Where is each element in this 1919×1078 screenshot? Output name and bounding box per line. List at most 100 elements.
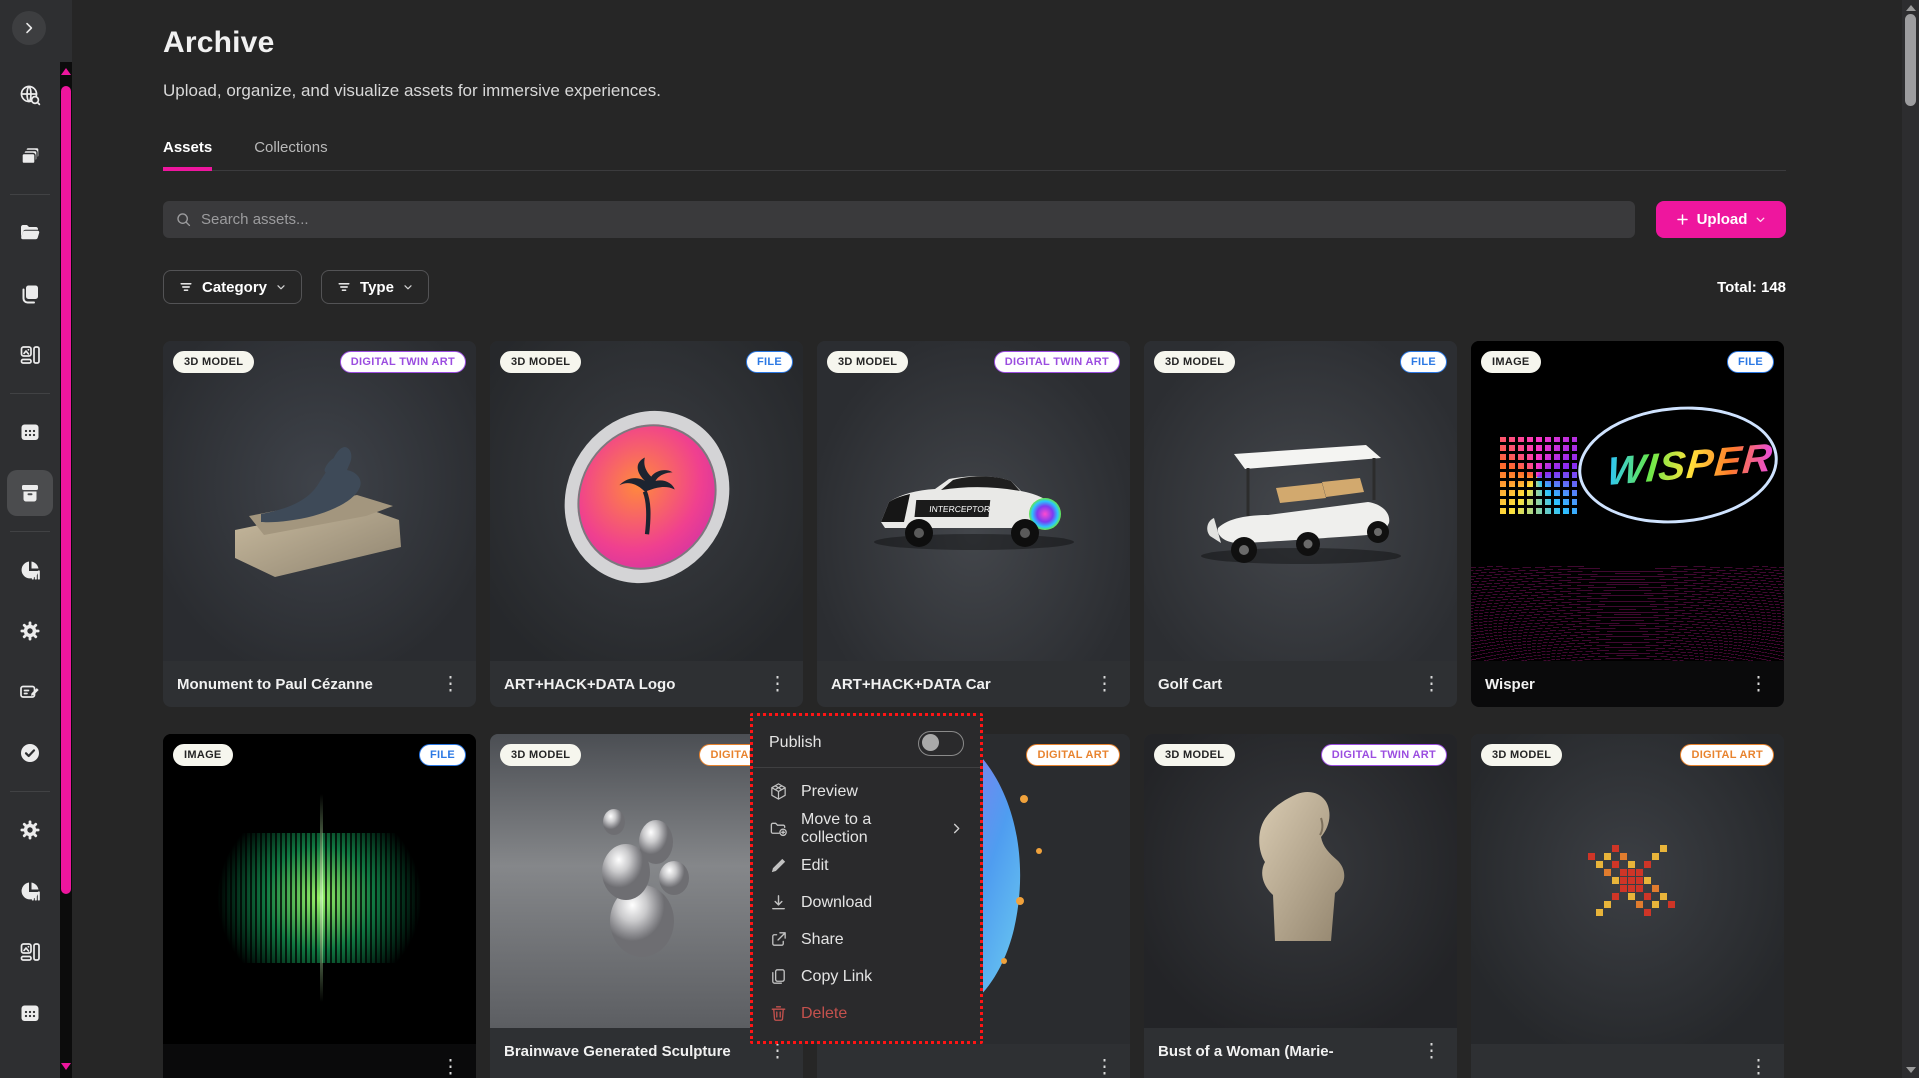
badge-row: 3D MODELFILE [500, 351, 793, 373]
pie-chart-icon [18, 879, 42, 903]
card-menu-button[interactable]: ⋮ [1741, 673, 1776, 696]
menu-item-copy-link[interactable]: Copy Link [753, 958, 980, 995]
publish-toggle[interactable] [918, 731, 964, 756]
archive-icon [18, 481, 42, 505]
sidebar-item-archive[interactable] [7, 470, 53, 516]
gear-icon [18, 619, 42, 643]
asset-card[interactable]: WISPERIMAGEFILE Wisper⋮ [1471, 341, 1784, 707]
scroll-up-arrow-icon[interactable] [1906, 5, 1916, 11]
asset-card[interactable]: 3D MODELFILEGolf Cart⋮ [1144, 341, 1457, 707]
badge-row: 3D MODELDIGITAL TWIN ART [173, 351, 466, 373]
menu-item-share[interactable]: Share [753, 921, 980, 958]
card-footer: Bust of a Woman (Marie-⋮ [1144, 1028, 1457, 1074]
sidebar-nav [0, 72, 60, 1036]
chevron-down-icon [275, 281, 287, 293]
tab-bar: Assets Collections [163, 139, 1786, 171]
card-menu-button[interactable]: ⋮ [1087, 1056, 1122, 1078]
sidebar-item-gear[interactable] [7, 608, 53, 654]
audio-waveform-graphic [185, 833, 454, 963]
asset-card[interactable]: 3D MODELDIGITAL ART⋮ [1471, 734, 1784, 1078]
menu-item-delete[interactable]: Delete [753, 995, 980, 1032]
search-input[interactable] [201, 211, 1623, 228]
card-menu-button[interactable]: ⋮ [1741, 1056, 1776, 1078]
menu-item-publish[interactable]: Publish [753, 721, 980, 765]
sidebar-item-copy[interactable] [7, 271, 53, 317]
card-footer: Golf Cart⋮ [1144, 661, 1457, 707]
card-menu-button[interactable]: ⋮ [1087, 673, 1122, 696]
layout-image-icon [18, 940, 42, 964]
badge-row: 3D MODELDIGITAL TWIN ART [1154, 744, 1447, 766]
tab-assets[interactable]: Assets [163, 139, 212, 171]
asset-card[interactable]: 3D MODELFILEART+HACK+DATA Logo⋮ [490, 341, 803, 707]
upload-button[interactable]: Upload [1656, 201, 1786, 238]
sidebar-item-calendar[interactable] [7, 409, 53, 455]
scroll-down-arrow-icon[interactable] [61, 1063, 71, 1070]
copy-link-icon [769, 967, 789, 986]
filter-icon [336, 279, 352, 295]
asset-thumbnail: IMAGEFILE [163, 734, 476, 1044]
sidebar-item-folder-open[interactable] [7, 210, 53, 256]
card-badge: 3D MODEL [1154, 351, 1235, 373]
card-title: Wisper [1485, 676, 1741, 693]
sidebar-item-pie-chart[interactable] [7, 547, 53, 593]
card-menu-button[interactable]: ⋮ [760, 673, 795, 696]
sidebar-scrollbar[interactable] [60, 62, 72, 1078]
badge-row: IMAGEFILE [1481, 351, 1774, 373]
asset-card[interactable]: IMAGEFILE ⋮ [163, 734, 476, 1078]
sidebar-divider [10, 194, 50, 195]
sidebar-item-globe-search[interactable] [7, 72, 53, 118]
asset-card[interactable]: 3D MODELDIGITAL TWIN ART Bust of a Woman … [1144, 734, 1457, 1078]
sidebar-item-layout-image[interactable] [7, 332, 53, 378]
card-footer: ⋮ [817, 1044, 1130, 1078]
sidebar-item-layers[interactable] [7, 133, 53, 179]
tab-collections[interactable]: Collections [254, 139, 327, 171]
category-filter-button[interactable]: Category [163, 270, 302, 304]
card-menu-button[interactable]: ⋮ [1414, 1040, 1449, 1063]
card-menu-button[interactable]: ⋮ [433, 1056, 468, 1078]
card-menu-button[interactable]: ⋮ [1414, 673, 1449, 696]
chevron-right-icon [949, 821, 964, 836]
asset-card[interactable]: 3D MODELDIGITAL TWIN ART Monument to Paul… [163, 341, 476, 707]
card-title: Monument to Paul Cézanne [177, 676, 433, 693]
type-filter-button[interactable]: Type [321, 270, 429, 304]
menu-item-edit[interactable]: Edit [753, 847, 980, 884]
menu-item-preview[interactable]: Preview [753, 773, 980, 810]
layers-icon [18, 144, 42, 168]
asset-card[interactable]: INTERCEPTOR3D MODELDIGITAL TWIN ARTART+H… [817, 341, 1130, 707]
search-bar[interactable] [163, 201, 1635, 238]
sidebar-item-gear[interactable] [7, 807, 53, 853]
pie-chart-icon [18, 558, 42, 582]
asset-thumbnail: WISPERIMAGEFILE [1471, 341, 1784, 661]
sidebar-scrollbar-thumb[interactable] [61, 86, 71, 894]
card-footer: Monument to Paul Cézanne⋮ [163, 661, 476, 707]
sidebar-divider [10, 791, 50, 792]
calendar-icon [18, 1001, 42, 1025]
share-icon [769, 930, 789, 949]
cube-icon [769, 782, 789, 801]
page-scrollbar[interactable] [1902, 0, 1919, 1078]
context-menu: Publish PreviewMove to a collectionEditDo… [750, 713, 983, 1044]
sidebar-item-calendar[interactable] [7, 990, 53, 1036]
page-scrollbar-thumb[interactable] [1905, 14, 1916, 106]
wave-grid-graphic [1471, 566, 1784, 661]
sidebar-item-pie-chart[interactable] [7, 868, 53, 914]
card-badge: DIGITAL TWIN ART [340, 351, 466, 373]
menu-divider [753, 767, 980, 768]
menu-item-move-to-a-collection[interactable]: Move to a collection [753, 810, 980, 847]
card-badge: 3D MODEL [1154, 744, 1235, 766]
scroll-down-arrow-icon[interactable] [1906, 1067, 1916, 1073]
sidebar-toggle-button[interactable] [12, 11, 46, 45]
sidebar-item-note-edit[interactable] [7, 669, 53, 715]
voxel-star-graphic [1628, 877, 1635, 884]
card-footer: ⋮ [163, 1044, 476, 1078]
card-menu-button[interactable]: ⋮ [433, 673, 468, 696]
card-badge: FILE [1727, 351, 1774, 373]
folder-open-icon [18, 221, 42, 245]
scroll-up-arrow-icon[interactable] [61, 68, 71, 75]
globe-search-icon [18, 83, 42, 107]
sidebar-item-layout-image[interactable] [7, 929, 53, 975]
asset-thumbnail: 3D MODELDIGITAL TWIN ART [163, 341, 476, 661]
card-badge: 3D MODEL [827, 351, 908, 373]
sidebar-item-check-circle[interactable] [7, 730, 53, 776]
menu-item-download[interactable]: Download [753, 884, 980, 921]
